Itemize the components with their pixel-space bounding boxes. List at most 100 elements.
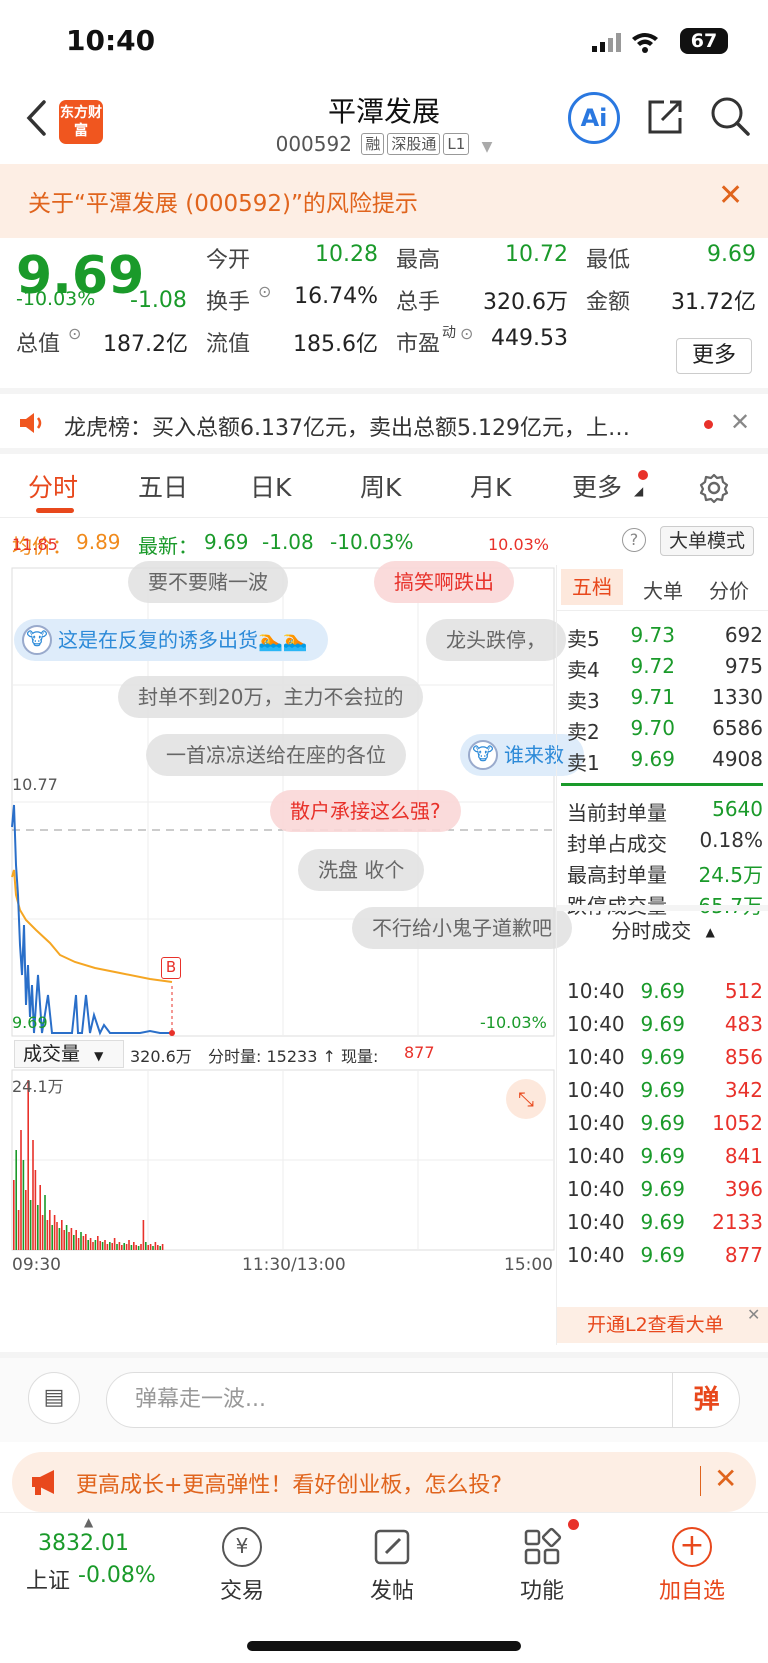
l2-upsell-banner[interactable]: 开通L2查看大单 [557, 1307, 768, 1343]
mktcap-value: 187.2亿 [103, 332, 188, 357]
trade-volume: 342 [724, 1078, 763, 1102]
volume-now: 877 [404, 1043, 435, 1062]
lhb-ticker[interactable]: 龙虎榜：买入总额6.137亿元，卖出总额5.129亿元，上… ✕ [0, 388, 768, 454]
risk-warning-text: 关于“平潭发展 (000592)”的风险提示 [28, 191, 418, 217]
trade-row: 10:40 9.69 483 [557, 1012, 768, 1044]
trade-volume: 856 [724, 1045, 763, 1069]
volume-bar [27, 1080, 29, 1250]
help-icon[interactable]: ? [622, 528, 646, 552]
tab-daily-k[interactable]: 日K [250, 468, 291, 504]
volume-bar [159, 1246, 161, 1250]
edit-icon [374, 1529, 410, 1565]
high-label: 最高 [396, 248, 441, 273]
trades-header[interactable]: 分时成交 ▲ [557, 905, 768, 947]
trade-time: 10:40 [567, 1177, 625, 1201]
tab-price-distribution[interactable]: 分价 [709, 575, 749, 604]
danmu-send-button[interactable]: 弹 [672, 1372, 740, 1428]
danmu-settings-icon[interactable]: ▤ [28, 1372, 80, 1424]
volume-bar [157, 1245, 159, 1250]
danmu-input[interactable]: 弹幕走一波... [106, 1372, 740, 1428]
info-dots-icon[interactable]: ⊙ [258, 282, 271, 301]
trade-row: 10:40 9.69 512 [557, 979, 768, 1011]
trade-time: 10:40 [567, 979, 625, 1003]
volume-bar [25, 1190, 27, 1250]
volume-bar [137, 1246, 140, 1250]
tab-big-order[interactable]: 大单 [643, 575, 683, 604]
trade-volume: 877 [724, 1243, 763, 1267]
trade-volume: 841 [724, 1144, 763, 1168]
volume-select-label: 成交量 [23, 1043, 81, 1065]
unread-dot [568, 1519, 579, 1530]
trade-price: 9.69 [640, 1078, 685, 1102]
volume-indicator-select[interactable]: 成交量 ▼ [14, 1040, 124, 1068]
share-icon[interactable] [644, 96, 686, 138]
volume-bar [15, 1150, 17, 1250]
trade-price: 9.69 [640, 1012, 685, 1036]
tab-intraday[interactable]: 分时 [28, 468, 78, 504]
turnover-label: 换手 [206, 290, 251, 315]
close-icon[interactable]: ✕ [718, 178, 743, 213]
ai-assistant-button[interactable]: Ai [568, 92, 620, 144]
tab-level5[interactable]: 五档 [561, 569, 623, 605]
info-dots-icon[interactable]: ⊙ [460, 324, 473, 343]
status-bar: 10:40 67 [0, 0, 768, 80]
cow-avatar-icon: 🐮 [22, 625, 52, 655]
trade-row: 10:40 9.69 342 [557, 1078, 768, 1110]
volume-bar [125, 1244, 128, 1250]
speaker-icon [20, 413, 42, 433]
tab-five-day[interactable]: 五日 [138, 468, 188, 504]
volume-bar [109, 1242, 111, 1250]
latest-change: -1.08 [262, 530, 314, 554]
buy-marker[interactable]: B [161, 957, 181, 979]
float-value: 185.6亿 [293, 332, 378, 357]
divider [700, 1466, 701, 1496]
settings-gear-icon[interactable] [698, 472, 730, 504]
close-icon[interactable]: ✕ [730, 408, 750, 436]
promo-banner[interactable]: 更高成长+更高弹性！看好创业板，怎么投? ✕ [12, 1452, 756, 1512]
seal-label: 封单占成交 [567, 832, 667, 856]
tab-monthly-k[interactable]: 月K [470, 468, 511, 504]
volume-bar [73, 1235, 75, 1250]
close-icon[interactable]: ✕ [747, 1305, 760, 1324]
change-percent: -10.03% [16, 288, 96, 310]
order-book-tabs: 五档 大单 分价 [557, 565, 768, 611]
danmu-text: 这是在反复的诱多出货 [58, 628, 258, 652]
expand-icon[interactable]: ⤡ [506, 1079, 546, 1119]
low-label: 最低 [586, 248, 631, 273]
volume-bar [58, 1228, 61, 1250]
volume-bar [82, 1236, 85, 1250]
volume-bar [147, 1245, 149, 1250]
seal-row: 当前封单量 5640 [557, 797, 768, 829]
bid-ask-divider [561, 783, 763, 786]
search-icon[interactable] [708, 94, 752, 138]
unread-dot [704, 420, 713, 429]
volume-bar [118, 1242, 121, 1250]
info-dots-icon[interactable]: ⊙ [68, 324, 81, 343]
risk-warning-banner[interactable]: 关于“平潭发展 (000592)”的风险提示 ✕ [0, 164, 768, 238]
volume-label: 总手 [396, 290, 441, 315]
volume-bar [97, 1236, 99, 1250]
ask-label: 卖1 [567, 751, 600, 775]
intraday-chart[interactable]: 11.85 10.03% 10.77 9.69 -10.03% B 要不要赌一波… [0, 535, 584, 1345]
more-quote-button[interactable]: 更多 [676, 338, 752, 374]
y-axis-low-pct: -10.03% [480, 1013, 547, 1032]
big-order-mode-button[interactable]: 大单模式 [660, 526, 754, 556]
volume-bar [37, 1205, 39, 1250]
avg-value: 9.89 [76, 530, 121, 554]
volume-bar [53, 1215, 56, 1250]
active-tab-indicator [36, 508, 74, 513]
trade-time: 10:40 [567, 1210, 625, 1234]
y-axis-high: 11.85 [12, 535, 58, 554]
ask-price: 9.73 [630, 623, 675, 647]
status-time: 10:40 [66, 24, 156, 57]
mktcap-label: 总值 [16, 332, 61, 357]
close-icon[interactable]: ✕ [714, 1462, 737, 1495]
float-label: 流值 [206, 332, 251, 357]
cow-avatar-icon: 🐮 [468, 740, 498, 770]
trade-price: 9.69 [640, 1243, 685, 1267]
volume-bar [123, 1243, 125, 1250]
tab-weekly-k[interactable]: 周K [360, 468, 401, 504]
ask-row: 卖4 9.72 975 [557, 654, 768, 686]
ask-row: 卖1 9.69 4908 [557, 747, 768, 779]
tab-more[interactable]: 更多 [572, 468, 622, 504]
